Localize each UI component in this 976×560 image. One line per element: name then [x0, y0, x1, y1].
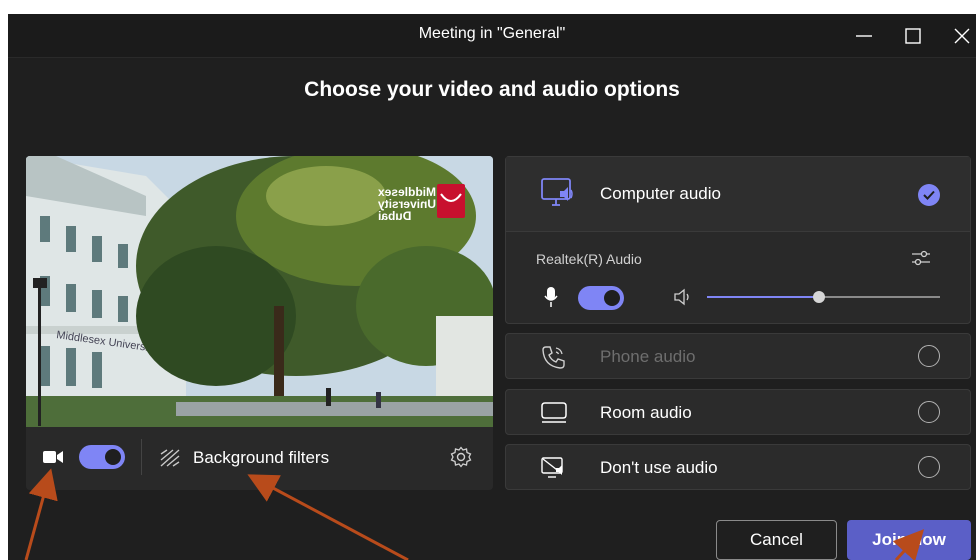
window-title: Meeting in "General" — [418, 25, 566, 42]
no-audio-label: Don't use audio — [600, 458, 718, 477]
phone-audio-radio[interactable] — [918, 345, 940, 367]
video-controls-bar: Background filters — [26, 427, 493, 490]
join-now-button[interactable]: Join now — [847, 520, 971, 560]
computer-audio-label: Computer audio — [600, 184, 721, 203]
no-audio-icon — [540, 456, 566, 485]
close-icon[interactable] — [944, 22, 976, 50]
room-audio-icon — [540, 401, 568, 430]
meeting-prejoin-window: Meeting in "General" Choose your video a… — [8, 14, 976, 560]
device-settings-gear-icon[interactable] — [450, 446, 472, 473]
audio-device-label[interactable]: Realtek(R) Audio — [536, 251, 642, 267]
speaker-volume-thumb[interactable] — [812, 291, 825, 303]
speaker-volume-icon — [672, 287, 692, 312]
phone-icon — [540, 344, 566, 375]
no-audio-radio[interactable] — [918, 456, 940, 478]
room-audio-option[interactable]: Room audio — [505, 389, 971, 435]
background-filters-icon[interactable] — [159, 448, 181, 473]
speaker-volume-slider[interactable] — [707, 291, 940, 303]
computer-speaker-icon — [540, 177, 576, 216]
microphone-icon — [543, 286, 559, 313]
cancel-button[interactable]: Cancel — [716, 520, 837, 560]
room-audio-label: Room audio — [600, 403, 692, 422]
computer-audio-option[interactable]: Computer audio Realtek(R) Audio — [505, 156, 971, 324]
title-bar: Meeting in "General" — [8, 14, 976, 58]
video-preview-panel: Middlesex University Dubai Middlesex Uni… — [26, 156, 493, 490]
phone-audio-label: Phone audio — [600, 347, 696, 366]
page-title: Choose your video and audio options — [304, 78, 680, 101]
minimize-icon[interactable] — [846, 22, 882, 50]
computer-audio-header[interactable]: Computer audio — [506, 157, 970, 232]
camera-preview: Middlesex University Dubai Middlesex Uni… — [26, 156, 493, 427]
speaker-volume-fill — [707, 296, 819, 298]
camera-toggle[interactable] — [79, 445, 125, 469]
no-audio-option[interactable]: Don't use audio — [505, 444, 971, 490]
video-controls-divider — [141, 439, 142, 475]
phone-audio-option[interactable]: Phone audio — [505, 333, 971, 379]
microphone-toggle[interactable] — [578, 286, 624, 310]
background-filters-button[interactable]: Background filters — [193, 448, 329, 468]
camera-preview-logo-text: Middlesex University Dubai — [378, 185, 437, 223]
computer-audio-selected-check-icon — [918, 184, 940, 206]
video-camera-icon[interactable] — [42, 448, 64, 471]
maximize-icon[interactable] — [895, 22, 931, 50]
room-audio-radio[interactable] — [918, 401, 940, 423]
audio-settings-sliders-icon[interactable] — [910, 247, 932, 274]
